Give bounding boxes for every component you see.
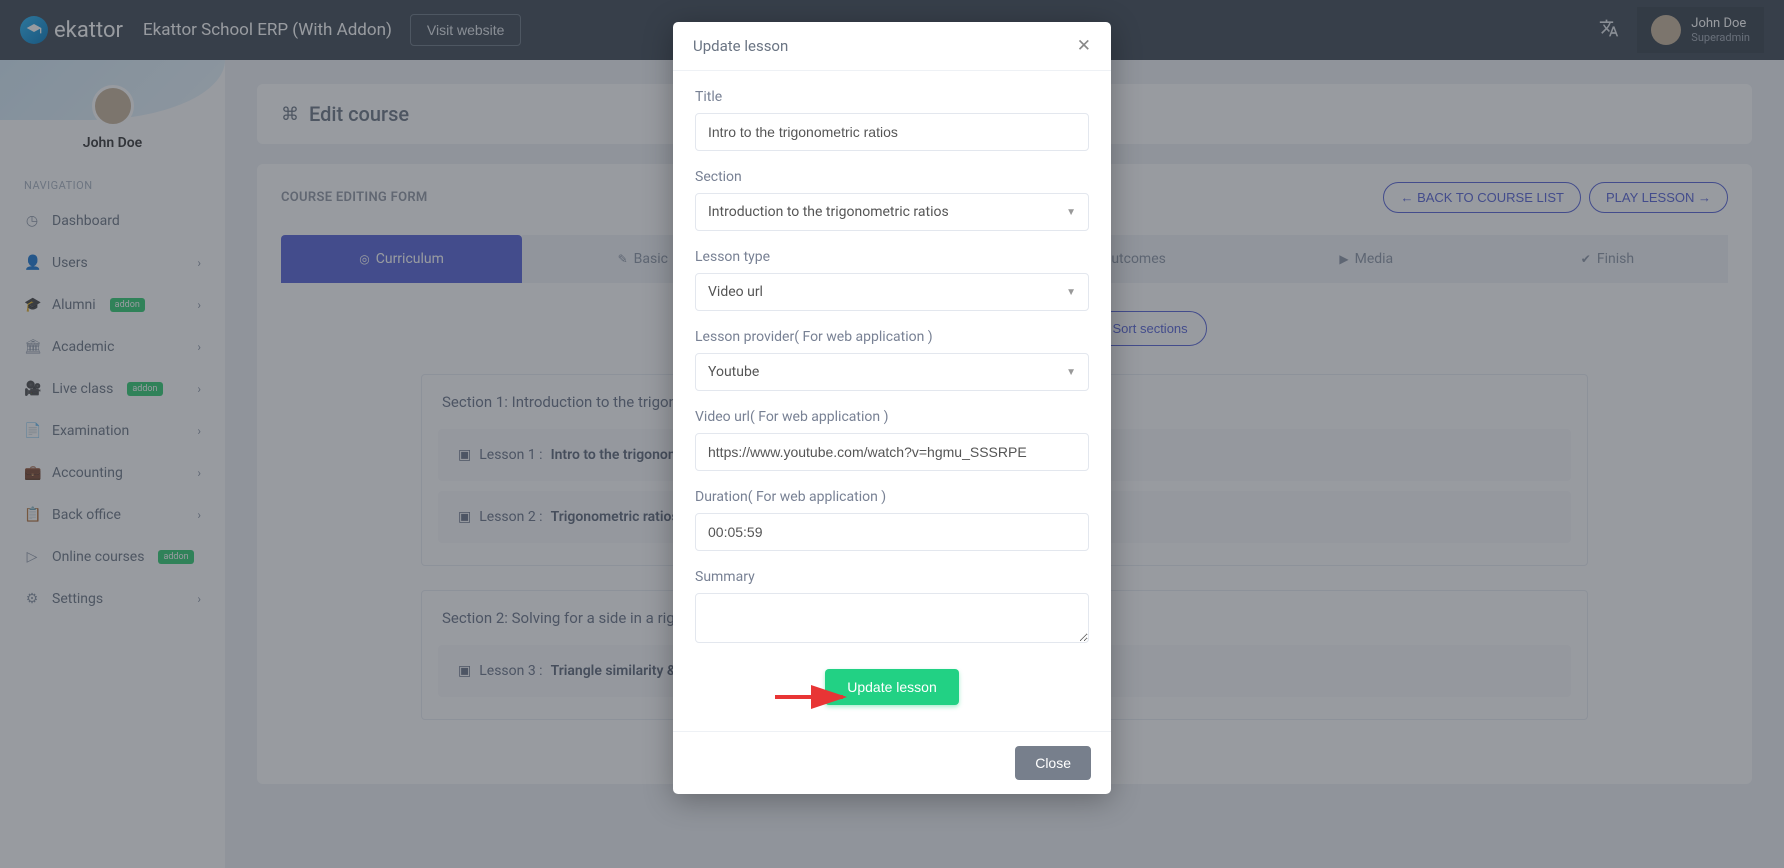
chevron-down-icon: ▼ <box>1066 287 1076 298</box>
provider-select[interactable]: Youtube ▼ <box>695 353 1089 391</box>
chevron-down-icon: ▼ <box>1066 367 1076 378</box>
duration-input[interactable] <box>695 513 1089 551</box>
modal-title: Update lesson <box>693 37 788 55</box>
summary-label: Summary <box>695 569 1089 585</box>
duration-label: Duration( For web application ) <box>695 489 1089 505</box>
close-icon[interactable]: ✕ <box>1077 36 1091 56</box>
title-input[interactable] <box>695 113 1089 151</box>
lesson-type-select[interactable]: Video url ▼ <box>695 273 1089 311</box>
summary-textarea[interactable] <box>695 593 1089 643</box>
modal-overlay: Update lesson ✕ Title Section Introducti… <box>0 0 1784 868</box>
title-label: Title <box>695 89 1089 105</box>
provider-label: Lesson provider( For web application ) <box>695 329 1089 345</box>
update-lesson-button[interactable]: Update lesson <box>825 669 959 705</box>
video-url-label: Video url( For web application ) <box>695 409 1089 425</box>
section-label: Section <box>695 169 1089 185</box>
update-lesson-modal: Update lesson ✕ Title Section Introducti… <box>673 22 1111 794</box>
video-url-input[interactable] <box>695 433 1089 471</box>
lesson-type-label: Lesson type <box>695 249 1089 265</box>
close-button[interactable]: Close <box>1015 746 1091 780</box>
chevron-down-icon: ▼ <box>1066 207 1076 218</box>
section-select[interactable]: Introduction to the trigonometric ratios… <box>695 193 1089 231</box>
